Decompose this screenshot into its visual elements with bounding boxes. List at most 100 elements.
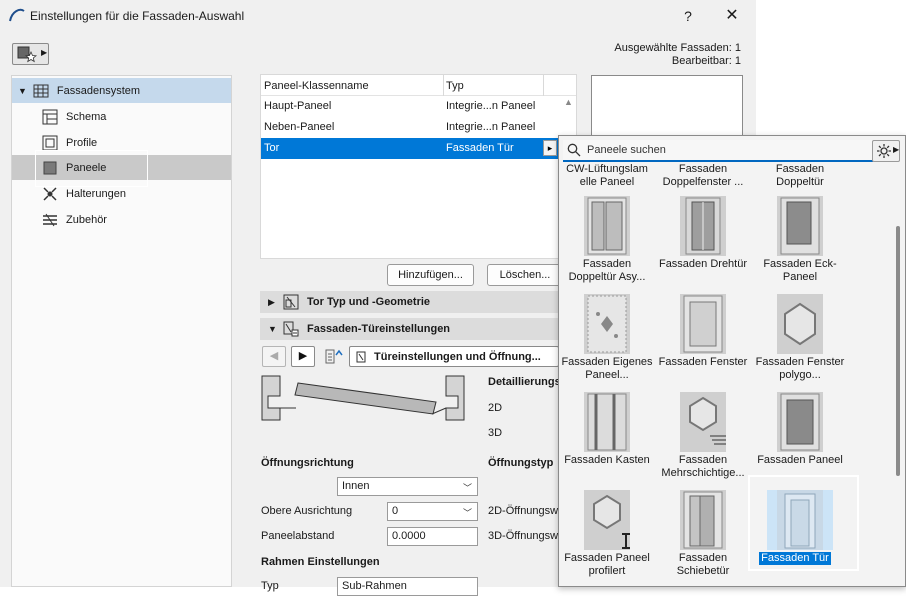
close-button[interactable]: ✕ [720,6,744,26]
view-3d-label[interactable]: 3D [488,427,502,439]
panel-tile[interactable]: Fassaden Schiebetür [655,490,751,588]
panel-tile[interactable]: Fassaden Fenster [655,294,751,392]
chevron-right-icon: ▶ [268,297,275,307]
row-type: Fassaden Tür [446,142,514,154]
table-row[interactable]: Neben-Paneel Integrie...n Paneel [261,117,559,138]
next-page-button[interactable]: ▶ [291,346,315,367]
detail-label: Detaillierungs [488,376,561,388]
upper-alignment-label: Obere Ausrichtung [261,505,353,517]
corner-panel-thumb [777,196,823,256]
polygon-window-thumb [777,294,823,354]
panel-tile[interactable]: Fassaden Kasten [559,392,655,490]
grid-icon [33,83,49,99]
favorites-button[interactable]: ▶ [12,43,49,65]
opening-direction-dropdown[interactable]: Innen ﹀ [337,477,478,496]
add-button[interactable]: Hinzufügen... [387,264,474,286]
panel-tile[interactable]: Fassaden Doppeltür Asy... [559,196,655,294]
popup-scrollbar[interactable] [896,226,900,476]
panel-tile-label: Fassaden Eigenes Paneel... [561,356,653,381]
row-class-name: Neben-Paneel [264,121,335,133]
panel-distance-input[interactable]: 0.0000 [387,527,478,546]
title-bar: Einstellungen für die Fassaden-Auswahl ?… [0,0,756,32]
panel-tile[interactable]: Fassaden Doppeltür [752,163,848,191]
prev-page-button[interactable]: ◀ [262,346,286,367]
panel-class-table: Paneel-Klassenname Typ Haupt-Paneel Inte… [260,74,577,259]
page-dropdown[interactable]: Türeinstellungen und Öffnung... [349,346,559,367]
panel-thumb [777,392,823,452]
sidebar-item-label: Schema [66,110,107,123]
scroll-up-icon[interactable]: ▲ [564,97,573,107]
options-button[interactable]: ▶ [872,140,900,162]
panel-tile-label: Fassaden Schiebetür [676,552,730,577]
table-row[interactable]: Haupt-Paneel Integrie...n Paneel [261,96,559,117]
panel-tile-label: Fassaden Drehtür [658,258,748,270]
double-door-asym-thumb [584,196,630,256]
panel-tile-label: Fassaden Paneel profilert [564,552,650,577]
panel-tile-label: Fassaden Doppeltür [775,163,825,188]
panel-tile[interactable]: Fassaden Doppelfenster ... [655,163,751,191]
opening-direction-value: Innen [342,480,370,492]
highlight-frame [748,475,859,571]
sidebar-item-label: Zubehör [66,213,107,226]
panel-tile-label: Fassaden Mehrschichtige... [661,454,745,479]
search-field[interactable]: Paneele suchen [563,140,873,162]
section-geometry[interactable]: ▶ Tor Typ und -Geometrie [260,291,560,313]
panel-tile-label: Fassaden Doppeltür Asy... [568,258,646,283]
row-class-name: Haupt-Paneel [264,100,332,112]
sidebar-item-label: Fassadensystem [56,84,141,97]
gear-icon [876,143,892,162]
profile-icon [42,135,58,151]
panel-tile-label: Fassaden Fenster polygo... [755,356,845,381]
page-dropdown-value: Türeinstellungen und Öffnung... [374,351,541,363]
view-2d-label[interactable]: 2D [488,402,502,414]
chevron-down-icon: ▼ [268,324,277,334]
panel-tile[interactable]: Fassaden Eck-Paneel [752,196,848,294]
column-header-type[interactable]: Typ [446,80,464,92]
favorites-arrow-icon: ▶ [41,48,48,57]
highlight-frame [35,150,148,187]
delete-button[interactable]: Löschen... [487,264,563,286]
panel-tile[interactable]: Fassaden Mehrschichtige... [655,392,751,490]
editable-count: Bearbeitbar: 1 [671,55,741,67]
door-settings-icon [283,321,299,337]
column-divider [443,75,444,96]
row-type: Integrie...n Paneel [446,121,536,133]
sidebar-item-zubehoer[interactable]: Zubehör [12,207,231,232]
chevron-down-icon[interactable]: ▼ [18,86,27,96]
panel-tile[interactable]: CW-Lüftungslam elle Paneel [559,163,655,191]
sidebar-item-label: Profile [66,136,98,149]
door-plan-preview [260,374,468,424]
upper-alignment-value: 0 [392,505,399,517]
panel-tile-label: Fassaden Eck-Paneel [763,258,837,283]
column-divider [543,75,544,96]
schema-icon [42,109,58,125]
column-header-class-name[interactable]: Paneel-Klassenname [264,80,369,92]
panel-tile-label: Fassaden Kasten [564,454,650,466]
section-door-settings[interactable]: ▼ Fassaden-Türeinstellungen [260,318,560,340]
opening-2d-label: 2D-Öffnungsw [488,505,559,517]
section-title: Tor Typ und -Geometrie [307,296,431,308]
box-thumb [584,392,630,452]
geometry-icon [283,294,299,310]
panel-tile[interactable]: Fassaden Eigenes Paneel... [559,294,655,392]
page-list-icon[interactable] [320,346,344,367]
gear-arrow-icon: ▶ [893,145,900,154]
section-title: Fassaden-Türeinstellungen [307,323,451,335]
chevron-down-icon: ﹀ [462,483,472,493]
app-logo-icon [8,7,26,23]
panel-tile[interactable]: Fassaden Fenster polygo... [752,294,848,392]
sidebar-item-schema[interactable]: Schema [12,104,231,129]
help-button[interactable]: ? [676,6,700,26]
revolving-door-thumb [680,196,726,256]
type-picker-arrow-button[interactable]: ▸ [543,140,557,156]
panel-tile[interactable]: Fassaden Drehtür [655,196,751,294]
upper-alignment-dropdown[interactable]: 0 ﹀ [387,502,478,521]
opening-direction-label: Öffnungsrichtung [261,457,354,469]
panel-tile-label: Fassaden Paneel [757,454,843,466]
sidebar-item-facade-system[interactable]: ▼ Fassadensystem [12,78,231,103]
search-placeholder: Paneele suchen [587,144,666,156]
page-dropdown-icon [356,351,366,366]
table-row-selected[interactable]: Tor Fassaden Tür ▸ [261,138,559,159]
panel-tile-label: CW-Lüftungslam elle Paneel [566,163,648,188]
panel-tile[interactable]: Fassaden Paneel profilert [559,490,655,588]
